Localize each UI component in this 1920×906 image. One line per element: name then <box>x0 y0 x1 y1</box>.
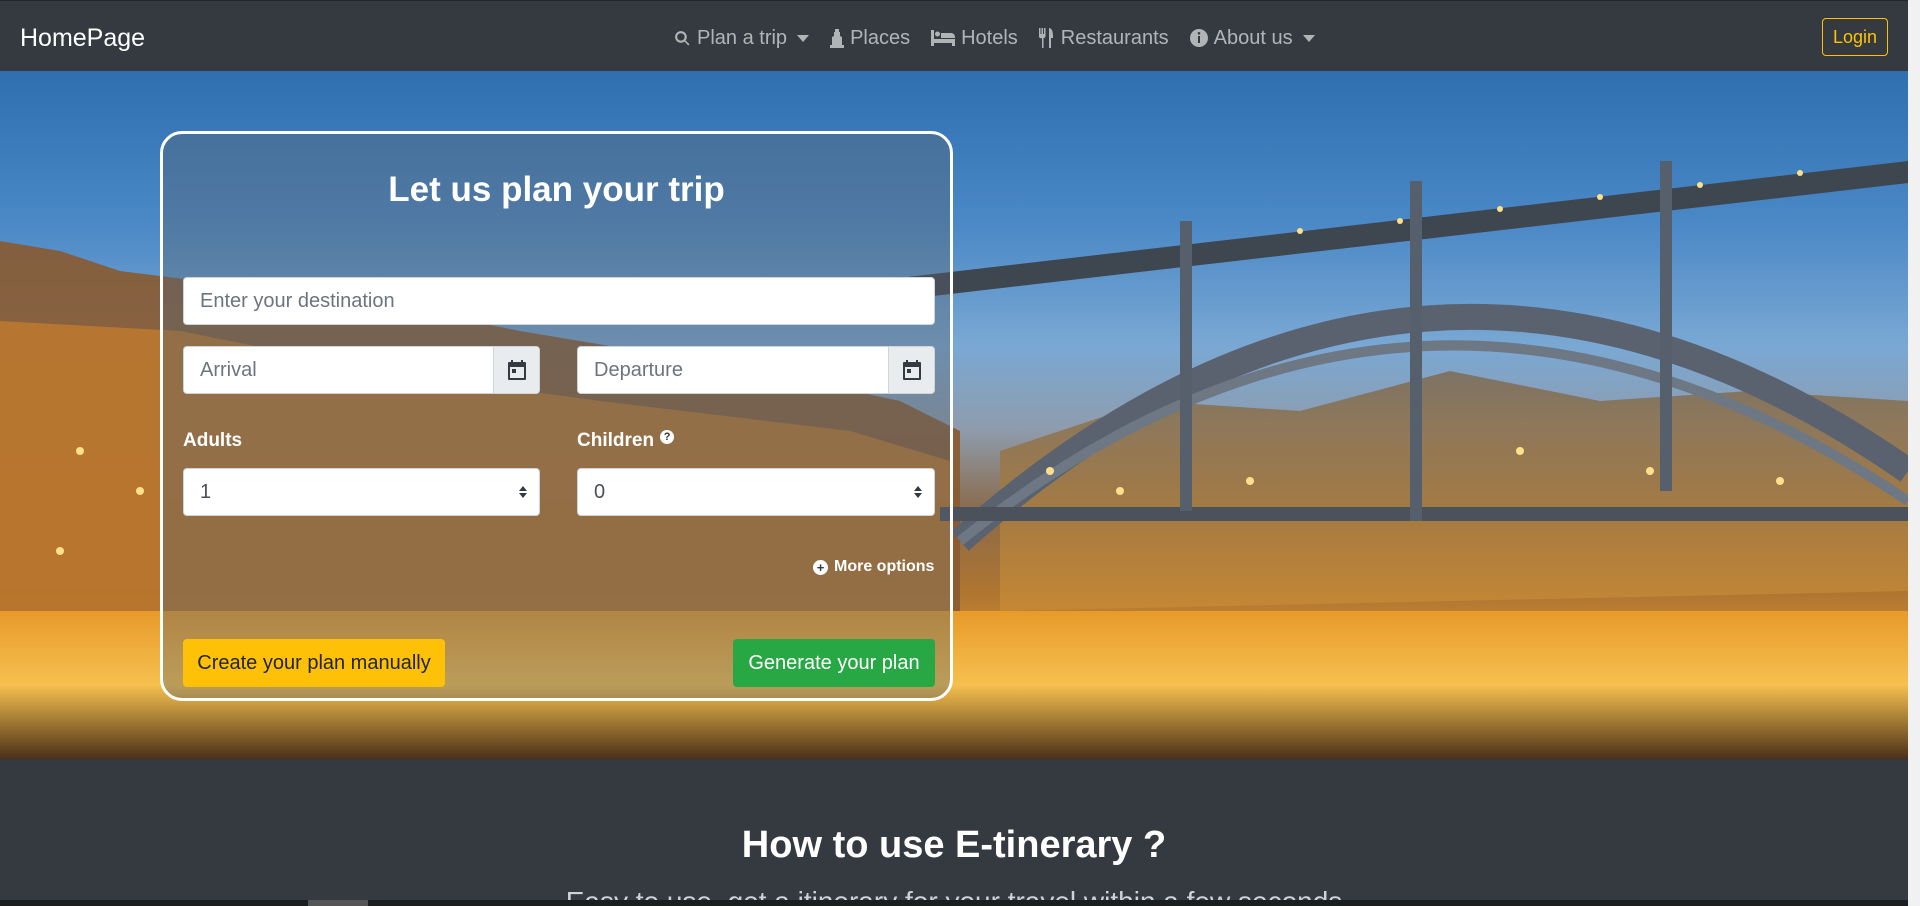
departure-input[interactable]: Departure <box>578 347 888 393</box>
horizontal-scrollbar-thumb[interactable] <box>308 900 368 906</box>
create-plan-manually-button[interactable]: Create your plan manually <box>183 639 445 687</box>
nav-label: Plan a trip <box>697 26 788 49</box>
nav-label: Restaurants <box>1060 26 1169 49</box>
more-options-toggle[interactable]: + More options <box>813 558 934 576</box>
nav-item-places[interactable]: Places <box>830 27 910 50</box>
info-circle-icon <box>1189 29 1208 47</box>
nav-menu: Plan a trip Places Hotels Restaurants Ab… <box>674 23 1315 53</box>
top-navbar: HomePage Plan a trip Places Hotels Resta… <box>0 0 1908 71</box>
nav-label: Hotels <box>961 26 1018 49</box>
question-circle-icon[interactable]: ? <box>660 430 675 444</box>
children-value: 0 <box>594 480 606 503</box>
nav-item-about-us[interactable]: About us <box>1189 26 1315 50</box>
calendar-icon <box>902 360 921 380</box>
arrival-input[interactable]: Arrival <box>184 347 493 393</box>
generate-plan-button[interactable]: Generate your plan <box>733 639 935 687</box>
calendar-icon <box>507 360 526 380</box>
caret-down-icon <box>1302 34 1315 42</box>
departure-date-field[interactable]: Departure <box>577 346 935 394</box>
destination-input[interactable]: Enter your destination <box>183 277 935 325</box>
vertical-scrollbar[interactable] <box>1908 0 1920 906</box>
search-icon <box>675 30 690 45</box>
plus-circle-icon: + <box>813 559 828 575</box>
nav-item-restaurants[interactable]: Restaurants <box>1038 26 1169 50</box>
select-arrows-icon <box>914 486 922 498</box>
horizontal-scrollbar[interactable] <box>0 900 1908 906</box>
bed-icon <box>931 30 956 46</box>
nav-label: About us <box>1213 26 1293 49</box>
nav-item-plan-a-trip[interactable]: Plan a trip <box>674 26 810 50</box>
landmark-icon <box>830 28 845 48</box>
utensils-icon <box>1038 28 1053 48</box>
nav-item-hotels[interactable]: Hotels <box>931 27 1018 50</box>
login-button[interactable]: Login <box>1822 18 1888 56</box>
adults-select[interactable]: 1 <box>183 468 540 516</box>
departure-calendar-button[interactable] <box>888 347 934 393</box>
adults-value: 1 <box>200 480 212 503</box>
form-title: Let us plan your trip <box>388 170 725 209</box>
nav-label: Places <box>850 26 911 49</box>
children-label: Children <box>577 430 655 451</box>
children-label-group: Children ? <box>577 430 675 452</box>
how-to-section: How to use E-tinerary ? Easy to use, get… <box>0 759 1908 906</box>
more-options-label: More options <box>834 558 935 575</box>
select-arrows-icon <box>519 486 527 498</box>
children-select[interactable]: 0 <box>577 468 935 516</box>
arrival-date-field[interactable]: Arrival <box>183 346 540 394</box>
hero-section: Let us plan your trip Enter your destina… <box>0 71 1908 759</box>
arrival-calendar-button[interactable] <box>493 347 539 393</box>
how-to-title: How to use E-tinerary ? <box>741 824 1167 866</box>
caret-down-icon <box>797 34 810 42</box>
brand-link[interactable]: HomePage <box>20 23 145 53</box>
trip-plan-form: Let us plan your trip Enter your destina… <box>160 131 953 701</box>
adults-label: Adults <box>183 430 243 451</box>
